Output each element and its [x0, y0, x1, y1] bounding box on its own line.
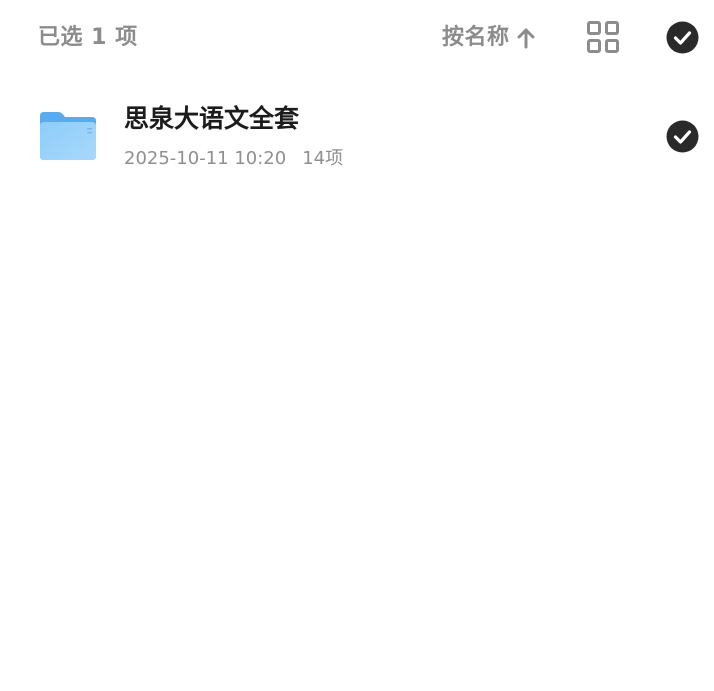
arrow-up-icon: [516, 26, 536, 50]
sort-label: 按名称: [442, 25, 510, 50]
file-meta: 2025-10-11 10:20 14项: [124, 146, 343, 172]
file-item-count: 14项: [302, 148, 344, 169]
grid-view-icon[interactable]: [586, 20, 620, 54]
select-all-check-icon[interactable]: [666, 21, 699, 54]
file-list-item[interactable]: 思泉大语文全套 2025-10-11 10:20 14项: [0, 94, 714, 182]
sort-by-name-button[interactable]: 按名称: [442, 22, 536, 54]
folder-icon: [38, 110, 98, 162]
selected-count-label: 已选 1 项: [38, 25, 138, 50]
file-date: 2025-10-11 10:20: [124, 148, 287, 169]
check-circle-icon[interactable]: [666, 120, 699, 153]
selection-toolbar: 已选 1 项 按名称: [0, 0, 714, 76]
file-name: 思泉大语文全套: [124, 104, 300, 133]
